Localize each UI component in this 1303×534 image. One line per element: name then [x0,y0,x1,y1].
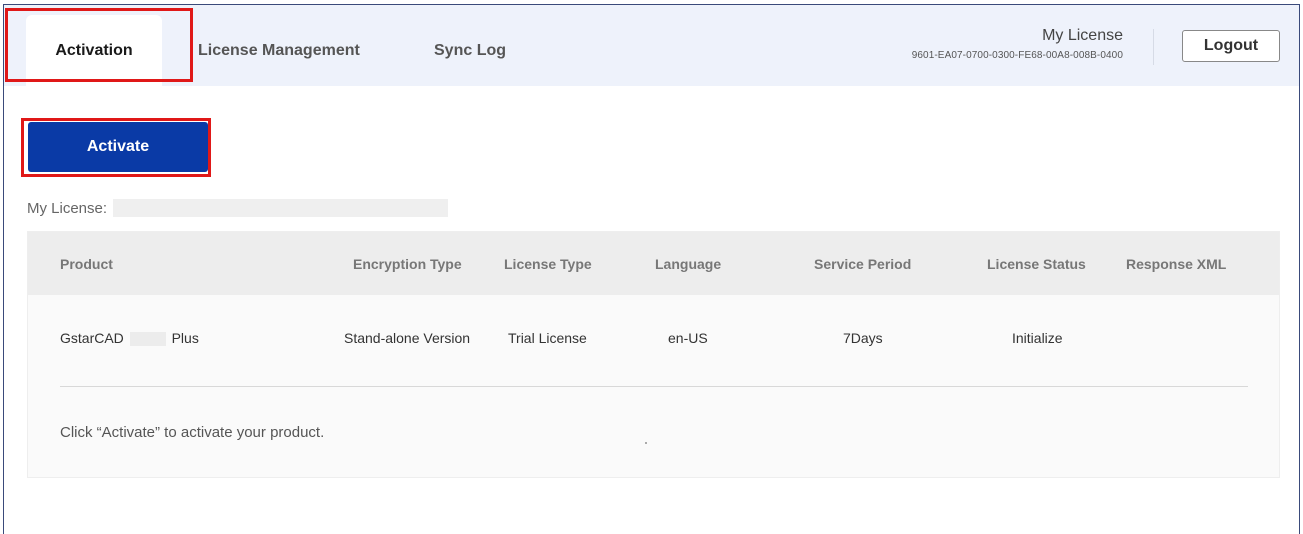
activation-hint: Click “Activate” to activate your produc… [60,424,325,441]
license-title: My License [1042,27,1123,44]
row-divider [60,386,1248,387]
column-header-language: Language [655,255,722,272]
column-header-response-xml: Response XML [1126,255,1227,272]
tab-license-management[interactable]: License Management [198,15,370,86]
column-header-encryption-type: Encryption Type [353,255,462,272]
my-license-label: My License: [27,199,108,217]
my-license-line: My License: [27,199,449,217]
table-header: Product Encryption Type License Type Lan… [28,232,1279,295]
app-frame: Activation License Management Sync Log M… [3,4,1300,534]
tab-sync-log[interactable]: Sync Log [434,15,514,86]
column-header-product: Product [60,255,113,272]
logout-button[interactable]: Logout [1182,30,1280,62]
stray-dot [645,442,647,444]
header-divider [1153,29,1154,65]
redacted-license-value [113,199,449,217]
cell-product: GstarCAD Plus [60,330,199,347]
activate-button[interactable]: Activate [28,122,208,172]
redacted-product-version [129,332,166,347]
cell-language: en-US [668,330,708,346]
column-header-license-type: License Type [504,255,592,272]
tab-activation[interactable]: Activation [26,15,162,86]
column-header-service-period: Service Period [814,255,912,272]
cell-license-status: Initialize [1012,330,1063,346]
license-table: Product Encryption Type License Type Lan… [27,231,1280,478]
cell-license-type: Trial License [508,330,587,346]
cell-service-period: 7Days [843,330,883,346]
license-info: My License 9601-EA07-0700-0300-FE68-00A8… [912,27,1123,61]
column-header-license-status: License Status [987,255,1086,272]
product-name-prefix: GstarCAD [60,330,124,346]
top-bar: Activation License Management Sync Log M… [4,5,1299,86]
cell-encryption-type: Stand-alone Version [344,330,471,346]
license-key: 9601-EA07-0700-0300-FE68-00A8-008B-0400 [911,50,1123,61]
product-name-suffix: Plus [171,330,199,346]
